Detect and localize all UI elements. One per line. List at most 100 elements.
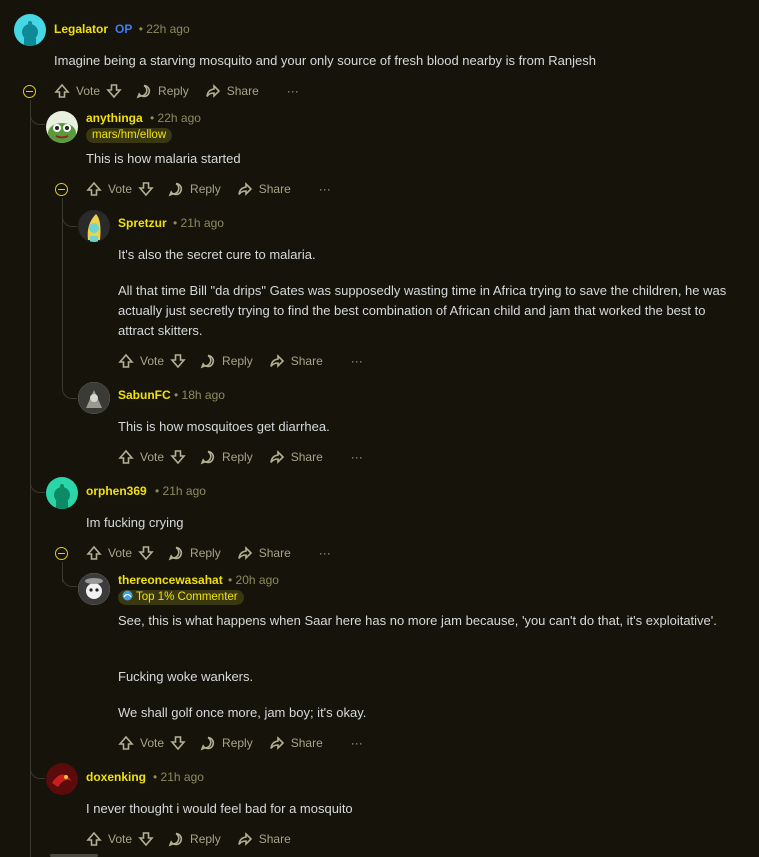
- upvote-icon: [118, 449, 134, 464]
- downvote-button[interactable]: [106, 83, 122, 99]
- username[interactable]: doxenking: [86, 770, 146, 784]
- more-options-button[interactable]: ···: [351, 450, 363, 464]
- downvote-button[interactable]: [170, 449, 186, 465]
- downvote-icon: [106, 84, 122, 99]
- username[interactable]: thereoncewasahat: [118, 573, 223, 587]
- share-button[interactable]: Share: [237, 831, 291, 847]
- avatar[interactable]: [14, 14, 46, 46]
- reply-label: Reply: [190, 182, 221, 196]
- reply-button[interactable]: Reply: [200, 735, 253, 751]
- comment-actions: Vote Reply Share ···: [86, 543, 331, 563]
- upvote-button[interactable]: Vote: [118, 353, 164, 369]
- avatar[interactable]: [78, 210, 110, 242]
- comment-actions: Vote Reply Share ···: [118, 733, 363, 753]
- meta-separator: •: [138, 22, 143, 36]
- share-button[interactable]: Share: [269, 353, 323, 369]
- reply-button[interactable]: Reply: [200, 353, 253, 369]
- comment-text: I never thought i would feel bad for a m…: [86, 801, 353, 816]
- thread-connector: [30, 764, 45, 779]
- reply-icon: [200, 354, 215, 369]
- share-label: Share: [258, 546, 291, 560]
- downvote-icon: [170, 354, 186, 369]
- vote-label: Vote: [76, 84, 101, 98]
- more-options-button[interactable]: ···: [287, 84, 299, 98]
- upvote-icon: [86, 181, 102, 196]
- more-options-button[interactable]: ···: [351, 354, 363, 368]
- downvote-icon: [138, 832, 154, 847]
- reply-label: Reply: [222, 736, 253, 750]
- comment-meta: • 21h ago: [155, 484, 206, 498]
- more-icon: ···: [318, 546, 331, 560]
- reply-button[interactable]: Reply: [168, 181, 221, 197]
- share-label: Share: [290, 450, 323, 464]
- share-button[interactable]: Share: [205, 83, 259, 99]
- comment-text: Im fucking crying: [86, 515, 184, 530]
- downvote-icon: [170, 736, 186, 751]
- user-flair: mars/hm/ellow: [86, 128, 173, 143]
- meta-separator: •: [150, 111, 155, 125]
- downvote-button[interactable]: [138, 181, 154, 197]
- comment-meta: • 18h ago: [174, 388, 225, 402]
- username[interactable]: anythinga: [86, 111, 143, 125]
- share-button[interactable]: Share: [269, 735, 323, 751]
- share-button[interactable]: Share: [237, 545, 291, 561]
- achievement-icon: [122, 590, 133, 601]
- username[interactable]: orphen369: [86, 484, 147, 498]
- collapse-thread-button[interactable]: [23, 85, 36, 98]
- downvote-button[interactable]: [138, 545, 154, 561]
- more-options-button[interactable]: ···: [351, 736, 363, 750]
- vote-label: Vote: [108, 182, 133, 196]
- username[interactable]: SabunFC: [118, 388, 171, 402]
- downvote-button[interactable]: [170, 735, 186, 751]
- comment-text: Imagine being a starving mosquito and yo…: [54, 53, 596, 68]
- more-options-button[interactable]: ···: [319, 182, 331, 196]
- reply-button[interactable]: Reply: [136, 83, 189, 99]
- upvote-icon: [118, 735, 134, 750]
- avatar[interactable]: [46, 111, 78, 143]
- share-icon: [269, 354, 284, 368]
- downvote-button[interactable]: [170, 353, 186, 369]
- share-icon: [269, 450, 284, 464]
- reply-button[interactable]: Reply: [168, 831, 221, 847]
- downvote-icon: [138, 182, 154, 197]
- more-options-button[interactable]: ···: [319, 546, 331, 560]
- upvote-button[interactable]: Vote: [118, 449, 164, 465]
- upvote-button[interactable]: Vote: [86, 545, 132, 561]
- thread-line: [62, 198, 63, 388]
- collapse-thread-button[interactable]: [55, 547, 68, 560]
- reply-button[interactable]: Reply: [200, 449, 253, 465]
- upvote-button[interactable]: Vote: [86, 831, 132, 847]
- share-icon: [237, 546, 252, 560]
- downvote-icon: [170, 450, 186, 465]
- collapse-thread-button[interactable]: [55, 183, 68, 196]
- share-icon: [237, 182, 252, 196]
- upvote-button[interactable]: Vote: [54, 83, 100, 99]
- reply-icon: [168, 546, 183, 561]
- comment-age: 21h ago: [160, 770, 204, 784]
- thread-connector: [62, 212, 77, 227]
- share-label: Share: [290, 354, 323, 368]
- meta-separator: •: [228, 573, 233, 587]
- upvote-button[interactable]: Vote: [118, 735, 164, 751]
- reply-label: Reply: [222, 354, 253, 368]
- upvote-button[interactable]: Vote: [86, 181, 132, 197]
- username[interactable]: Spretzur: [118, 216, 167, 230]
- share-button[interactable]: Share: [237, 181, 291, 197]
- vote-label: Vote: [140, 354, 165, 368]
- reply-icon: [168, 182, 183, 197]
- comment-actions: Vote Reply Share ···: [118, 447, 363, 467]
- avatar[interactable]: [78, 573, 110, 605]
- reply-button[interactable]: Reply: [168, 545, 221, 561]
- comment-actions: Vote Reply Share ···: [86, 179, 331, 199]
- reply-label: Reply: [158, 84, 189, 98]
- downvote-button[interactable]: [138, 831, 154, 847]
- share-button[interactable]: Share: [269, 449, 323, 465]
- share-icon: [237, 832, 252, 846]
- username[interactable]: Legalator: [54, 22, 108, 36]
- avatar[interactable]: [46, 477, 78, 509]
- upvote-icon: [54, 83, 70, 98]
- avatar[interactable]: [78, 382, 110, 414]
- avatar[interactable]: [46, 763, 78, 795]
- meta-separator: •: [155, 484, 160, 498]
- upvote-icon: [86, 831, 102, 846]
